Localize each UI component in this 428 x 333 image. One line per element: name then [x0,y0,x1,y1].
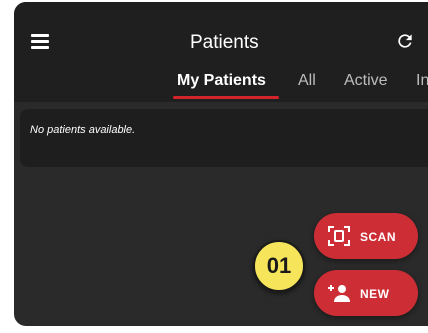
tab-my-patients[interactable]: My Patients [177,72,266,90]
empty-state-message: No patients available. [30,124,136,136]
qr-scan-icon [328,226,350,246]
page-title: Patients [190,32,259,53]
add-person-icon [328,285,350,302]
tab-inactive[interactable]: In [416,72,428,90]
new-button-label: NEW [360,287,390,301]
patients-screen: Patients My Patients All Active In No pa… [14,2,428,326]
empty-state-card: No patients available. [20,109,428,167]
scan-button[interactable]: SCAN [314,213,418,259]
hamburger-menu-icon[interactable] [31,34,49,49]
tab-active[interactable]: Active [344,72,388,90]
scan-button-label: SCAN [360,230,397,244]
new-patient-button[interactable]: NEW [314,270,418,316]
app-header: Patients My Patients All Active In [14,2,428,102]
tab-all[interactable]: All [298,72,316,90]
tab-bar: My Patients All Active In [14,70,428,100]
refresh-icon[interactable] [395,31,415,51]
active-tab-indicator [173,96,279,99]
step-number-badge: 01 [253,240,305,292]
